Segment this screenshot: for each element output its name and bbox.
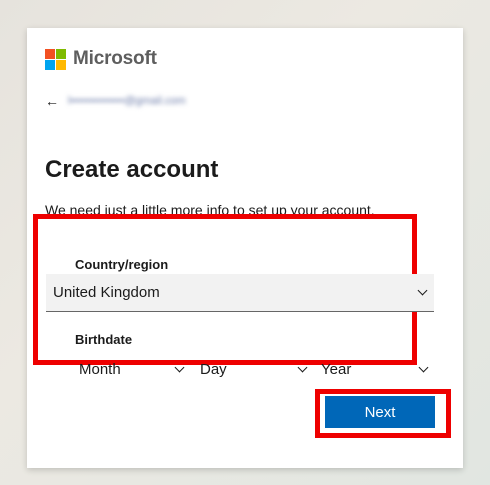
chevron-down-icon [417,285,428,296]
birthdate-label: Birthdate [75,332,133,347]
account-email: l••••••••••••••@gmail.com [68,95,186,107]
country-value: United Kingdom [53,284,160,301]
identity-row: ← l••••••••••••••@gmail.com [45,93,186,109]
page-title: Create account [45,156,219,183]
next-button[interactable]: Next [325,396,435,428]
day-value: Day [200,360,227,378]
back-arrow-icon[interactable]: ← [45,93,59,109]
chevron-down-icon [297,362,308,373]
microsoft-logo-icon [45,48,66,70]
chevron-down-icon [174,362,185,373]
country-select[interactable]: United Kingdom [46,274,434,312]
year-value: Year [321,360,352,378]
chevron-down-icon [418,362,429,373]
day-select[interactable]: Day [200,355,312,383]
microsoft-logo: Microsoft [45,48,157,70]
country-label: Country/region [75,257,169,272]
month-select[interactable]: Month [79,355,189,383]
microsoft-wordmark: Microsoft [73,48,157,69]
year-select[interactable]: Year [321,355,432,383]
month-value: Month [79,360,121,378]
